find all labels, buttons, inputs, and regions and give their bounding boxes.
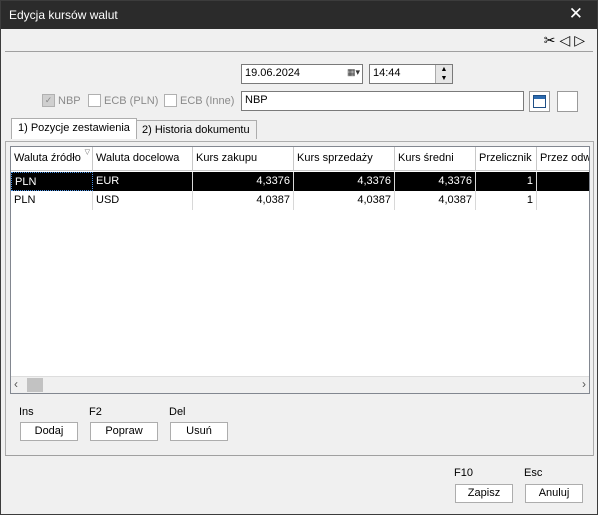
window-title: Edycja kursów walut: [9, 8, 118, 22]
table-cell[interactable]: [537, 172, 589, 191]
scissors-icon[interactable]: ✂: [544, 32, 560, 48]
filter-icon[interactable]: ▽: [85, 148, 90, 156]
checkmark-icon: ✓: [42, 94, 55, 107]
scroll-left-icon[interactable]: ‹: [14, 377, 18, 391]
time-value: 14:44: [373, 67, 401, 79]
toolbar-icons: ✂◁▷: [544, 32, 589, 49]
add-button[interactable]: Dodaj: [20, 422, 78, 441]
dialog-window: Edycja kursów walut ✕ ✂◁▷ 19.06.2024 ▦▾ …: [0, 0, 598, 515]
column-header[interactable]: Waluta źródło ▽: [11, 147, 93, 171]
table-cell[interactable]: [537, 191, 589, 210]
column-header[interactable]: Przez odw: [537, 147, 589, 171]
window-icon: [533, 95, 546, 108]
table-cell[interactable]: EUR: [93, 172, 193, 191]
title-bar: Edycja kursów walut ✕: [1, 1, 597, 29]
tab-panel: Waluta źródło ▽ Waluta docelowa Kurs zaku…: [5, 141, 594, 456]
table-cell[interactable]: PLN: [11, 191, 93, 210]
delete-button[interactable]: Usuń: [170, 422, 228, 441]
calendar-dropdown-icon[interactable]: ▦▾: [347, 67, 360, 78]
source-value: NBP: [245, 94, 268, 106]
column-header[interactable]: Kurs zakupu: [193, 147, 294, 171]
ecb-other-checkbox[interactable]: ECB (Inne): [164, 94, 234, 107]
table-cell[interactable]: 1: [476, 191, 537, 210]
table-cell[interactable]: 4,3376: [193, 172, 294, 191]
table-cell[interactable]: 4,0387: [294, 191, 395, 210]
nbp-label: NBP: [58, 94, 81, 107]
column-header-label: Waluta źródło: [14, 152, 81, 164]
column-header[interactable]: Kurs sprzedaży: [294, 147, 395, 171]
scroll-thumb[interactable]: [27, 378, 43, 392]
table-cell[interactable]: 4,3376: [294, 172, 395, 191]
date-value: 19.06.2024: [245, 67, 301, 79]
top-separator: [5, 51, 593, 52]
table-cell[interactable]: 1: [476, 172, 537, 191]
tab-positions[interactable]: 1) Pozycje zestawienia: [11, 118, 137, 139]
cancel-button[interactable]: Anuluj: [525, 484, 583, 503]
ecb-pln-label: ECB (PLN): [104, 94, 159, 107]
triangle-right-icon[interactable]: ▷: [574, 32, 589, 48]
window-picker-button[interactable]: [529, 91, 550, 112]
cancel-shortcut: Esc: [524, 467, 543, 479]
table-cell[interactable]: PLN: [11, 172, 93, 191]
column-header[interactable]: Kurs średni: [395, 147, 476, 171]
rates-table: Waluta źródło ▽ Waluta docelowa Kurs zaku…: [10, 146, 590, 394]
table-cell[interactable]: 4,0387: [193, 191, 294, 210]
ecb-other-label: ECB (Inne): [180, 94, 235, 107]
blank-button[interactable]: [557, 91, 578, 112]
scroll-right-icon[interactable]: ›: [582, 377, 586, 391]
table-row[interactable]: PLN EUR 4,3376 4,3376 4,3376 1: [11, 172, 589, 191]
edit-shortcut: F2: [89, 406, 102, 418]
time-field[interactable]: 14:44 ▲ ▼: [369, 64, 453, 84]
triangle-left-icon[interactable]: ◁: [559, 32, 574, 48]
edit-button[interactable]: Popraw: [90, 422, 158, 441]
table-cell[interactable]: 4,0387: [395, 191, 476, 210]
date-field[interactable]: 19.06.2024 ▦▾: [241, 64, 363, 84]
bottom-separator: [5, 455, 593, 456]
checkbox-box: [164, 94, 177, 107]
horizontal-scrollbar[interactable]: ‹ ›: [11, 376, 589, 393]
checkbox-box: [88, 94, 101, 107]
tab-history[interactable]: 2) Historia dokumentu: [135, 120, 257, 139]
column-header[interactable]: Waluta docelowa: [93, 147, 193, 171]
nbp-checkbox[interactable]: ✓ NBP: [42, 94, 81, 107]
column-header[interactable]: Przelicznik: [476, 147, 537, 171]
table-cell[interactable]: 4,3376: [395, 172, 476, 191]
add-shortcut: Ins: [19, 406, 34, 418]
source-field[interactable]: NBP: [241, 91, 524, 111]
close-icon[interactable]: ✕: [569, 4, 583, 24]
table-cell[interactable]: USD: [93, 191, 193, 210]
save-shortcut: F10: [454, 467, 473, 479]
ecb-pln-checkbox[interactable]: ECB (PLN): [88, 94, 158, 107]
save-button[interactable]: Zapisz: [455, 484, 513, 503]
time-spinner-icon[interactable]: ▲ ▼: [435, 65, 452, 83]
table-row[interactable]: PLN USD 4,0387 4,0387 4,0387 1: [11, 191, 589, 210]
delete-shortcut: Del: [169, 406, 186, 418]
